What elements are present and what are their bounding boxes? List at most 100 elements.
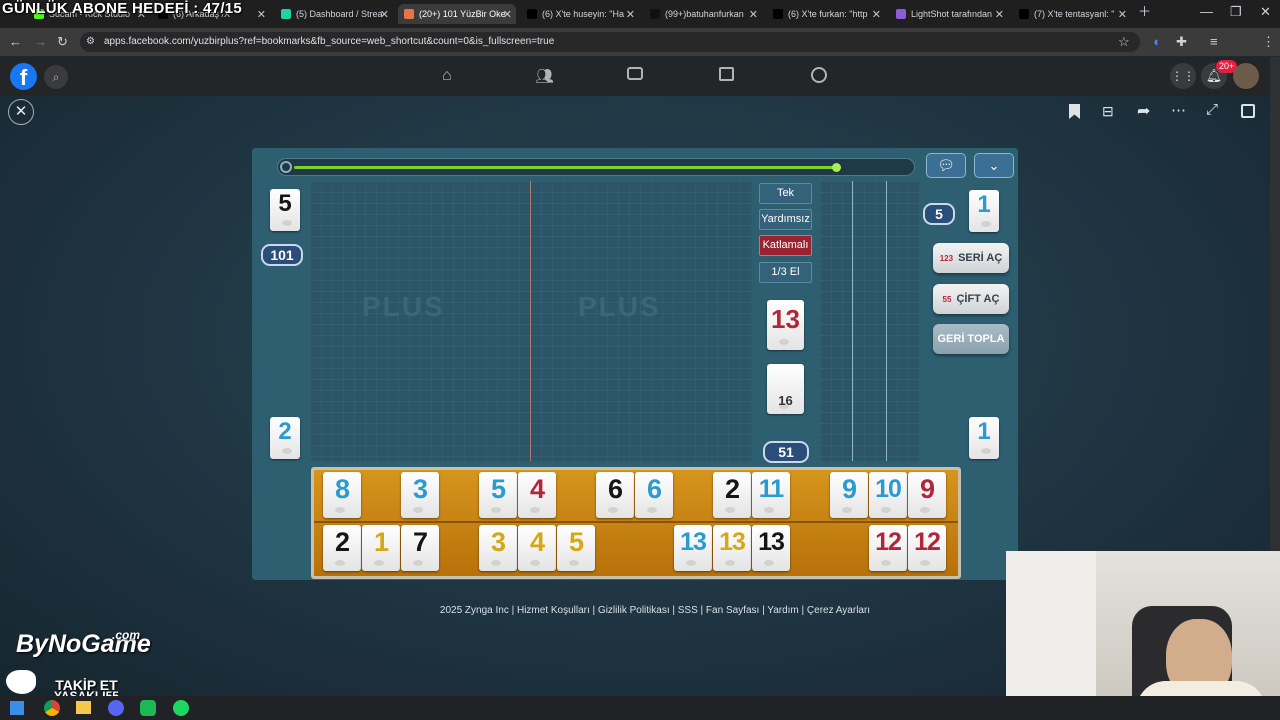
browser-tab-4[interactable]: (6) X'te huseyin: "Ha ✕ bbox=[521, 4, 639, 24]
close-icon[interactable]: ✕ bbox=[626, 8, 635, 21]
media-icon[interactable]: ≡ bbox=[1210, 28, 1218, 56]
more-options-icon[interactable]: ⋯ bbox=[1171, 101, 1186, 119]
app-taskbar-icon[interactable] bbox=[140, 700, 156, 716]
rack-top-tile[interactable]: 3 bbox=[401, 472, 439, 518]
watch-icon[interactable] bbox=[627, 67, 643, 80]
expand-icon[interactable]: ⤢ bbox=[1206, 101, 1218, 118]
tab-favicon-icon bbox=[1019, 9, 1029, 19]
window-close-icon[interactable]: ✕ bbox=[1260, 0, 1271, 26]
rack-bottom-tile[interactable]: 12 bbox=[908, 525, 946, 571]
browser-tab-5[interactable]: (99+)batuhanfurkan ✕ bbox=[644, 4, 762, 24]
groups-icon[interactable] bbox=[811, 67, 827, 83]
footer-links[interactable]: 2025 Zynga Inc | Hizmet Koşulları | Gizl… bbox=[380, 605, 930, 616]
tab-label: (20+) 101 YüzBir Oke bbox=[419, 9, 506, 19]
left-player-discard-tile[interactable]: 5 bbox=[270, 189, 300, 231]
rack-divider bbox=[314, 521, 958, 523]
browser-tab-6[interactable]: (6) X'te furkan: "http ✕ bbox=[767, 4, 885, 24]
rack-top-tile[interactable]: 5 bbox=[479, 472, 517, 518]
rack-top-tile[interactable]: 9 bbox=[908, 472, 946, 518]
tab-favicon-icon bbox=[773, 9, 783, 19]
sidebar-toggle-icon[interactable] bbox=[1241, 104, 1255, 118]
save-icon[interactable]: ⊟ bbox=[1102, 103, 1114, 120]
site-info-icon[interactable]: ⚙ bbox=[86, 28, 95, 56]
rack-bottom-tile[interactable]: 13 bbox=[713, 525, 751, 571]
rack-top-tile[interactable]: 9 bbox=[830, 472, 868, 518]
mode-katlamali: Katlamalı bbox=[759, 235, 812, 256]
bynogame-watermark: ByNoGame .com bbox=[16, 628, 151, 659]
extensions-puzzle-icon[interactable]: ✚ bbox=[1176, 28, 1187, 56]
url-input[interactable]: apps.facebook.com/yuzbirplus?ref=bookmar… bbox=[80, 32, 1140, 52]
rack-bottom-tile[interactable]: 1 bbox=[362, 525, 400, 571]
browser-tab-2[interactable]: (5) Dashboard / Strea ✕ bbox=[275, 4, 393, 24]
twitter-bird-icon bbox=[6, 670, 36, 694]
right-player-badge: 5 bbox=[923, 203, 955, 225]
extension-icon[interactable]: ◖ bbox=[1152, 28, 1160, 56]
folder-taskbar-icon[interactable] bbox=[76, 701, 91, 714]
tab-label: (6) X'te furkan: "http bbox=[788, 9, 868, 19]
home-icon[interactable]: ⌂ bbox=[442, 67, 452, 85]
rack-top-tile[interactable]: 2 bbox=[713, 472, 751, 518]
back-icon[interactable]: ← bbox=[9, 28, 22, 56]
series-tiles-icon: 123 bbox=[939, 253, 954, 263]
browser-tab-3[interactable]: (20+) 101 YüzBir Oke ✕ bbox=[398, 4, 516, 24]
friends-icon[interactable]: 👥︎ bbox=[535, 67, 554, 85]
chrome-taskbar-icon[interactable] bbox=[44, 700, 60, 716]
close-icon[interactable]: ✕ bbox=[257, 8, 266, 21]
rack-top-tile[interactable]: 10 bbox=[869, 472, 907, 518]
share-icon[interactable]: ➦ bbox=[1137, 101, 1150, 121]
rack-bottom-tile[interactable]: 5 bbox=[557, 525, 595, 571]
rack-bottom-tile[interactable]: 4 bbox=[518, 525, 556, 571]
close-icon[interactable]: ✕ bbox=[380, 8, 389, 21]
rack-bottom-tile[interactable]: 13 bbox=[674, 525, 712, 571]
close-viewer-icon[interactable]: ✕ bbox=[8, 99, 34, 125]
score-badge: 101 bbox=[261, 244, 303, 266]
menu-grid-icon[interactable]: ⋮⋮ bbox=[1170, 63, 1196, 89]
page-scrollbar[interactable] bbox=[1270, 57, 1280, 557]
discard-board-right bbox=[820, 181, 920, 461]
rack-bottom-tile[interactable]: 3 bbox=[479, 525, 517, 571]
new-tab-icon[interactable]: ＋ bbox=[1138, 0, 1151, 26]
rack-bottom-tile[interactable]: 12 bbox=[869, 525, 907, 571]
account-avatar[interactable] bbox=[1233, 63, 1259, 89]
facebook-header: f ⌕ ⌂ 👥︎ ⋮⋮ 🔔︎ 20+ bbox=[0, 57, 1270, 96]
rack-bottom-tile[interactable]: 7 bbox=[401, 525, 439, 571]
search-icon[interactable]: ⌕ bbox=[44, 65, 68, 89]
close-icon[interactable]: ✕ bbox=[1118, 8, 1127, 21]
minimize-icon[interactable]: — bbox=[1200, 0, 1213, 26]
forward-icon[interactable]: → bbox=[34, 28, 47, 56]
plus-logo-watermark: PLUS bbox=[578, 291, 661, 322]
rack-bottom-tile[interactable]: 13 bbox=[752, 525, 790, 571]
close-icon[interactable]: ✕ bbox=[995, 8, 1004, 21]
left-bottom-discard-tile[interactable]: 2 bbox=[270, 417, 300, 459]
rack-top-tile[interactable]: 4 bbox=[518, 472, 556, 518]
close-icon[interactable]: ✕ bbox=[503, 8, 512, 21]
rack-top-tile[interactable]: 6 bbox=[635, 472, 673, 518]
rack-top-tile[interactable]: 6 bbox=[596, 472, 634, 518]
rack-top-tile[interactable]: 8 bbox=[323, 472, 361, 518]
geri-topla-button[interactable]: GERİ TOPLA bbox=[933, 324, 1009, 354]
right-top-discard-tile[interactable]: 1 bbox=[969, 190, 999, 232]
spotify-taskbar-icon[interactable] bbox=[173, 700, 189, 716]
browser-tab-8[interactable]: (7) X'te tentasyanl: " ✕ bbox=[1013, 4, 1131, 24]
tab-favicon-icon bbox=[281, 9, 291, 19]
close-icon[interactable]: ✕ bbox=[749, 8, 758, 21]
browser-menu-icon[interactable]: ⋮ bbox=[1262, 28, 1275, 56]
discord-taskbar-icon[interactable] bbox=[108, 700, 124, 716]
draw-deck-tile[interactable]: 16 bbox=[767, 364, 804, 414]
tab-favicon-icon bbox=[896, 9, 906, 19]
browser-tab-7[interactable]: LightShot tarafından ✕ bbox=[890, 4, 1008, 24]
collapse-button[interactable]: ⌄ bbox=[974, 153, 1014, 178]
right-bottom-discard-tile[interactable]: 1 bbox=[969, 417, 999, 459]
reload-icon[interactable]: ↻ bbox=[57, 28, 68, 56]
restore-icon[interactable]: ❐ bbox=[1230, 0, 1242, 26]
windows-start-icon[interactable] bbox=[10, 701, 24, 715]
cift-ac-button[interactable]: 55 ÇİFT AÇ bbox=[933, 284, 1009, 314]
chat-button[interactable]: 💬︎ bbox=[926, 153, 966, 178]
seri-ac-button[interactable]: 123 SERİ AÇ bbox=[933, 243, 1009, 273]
rack-top-tile[interactable]: 11 bbox=[752, 472, 790, 518]
rack-bottom-tile[interactable]: 2 bbox=[323, 525, 361, 571]
bookmark-star-icon[interactable]: ☆ bbox=[1118, 28, 1130, 56]
facebook-logo[interactable]: f bbox=[10, 63, 37, 90]
close-icon[interactable]: ✕ bbox=[872, 8, 881, 21]
marketplace-icon[interactable] bbox=[719, 67, 734, 81]
